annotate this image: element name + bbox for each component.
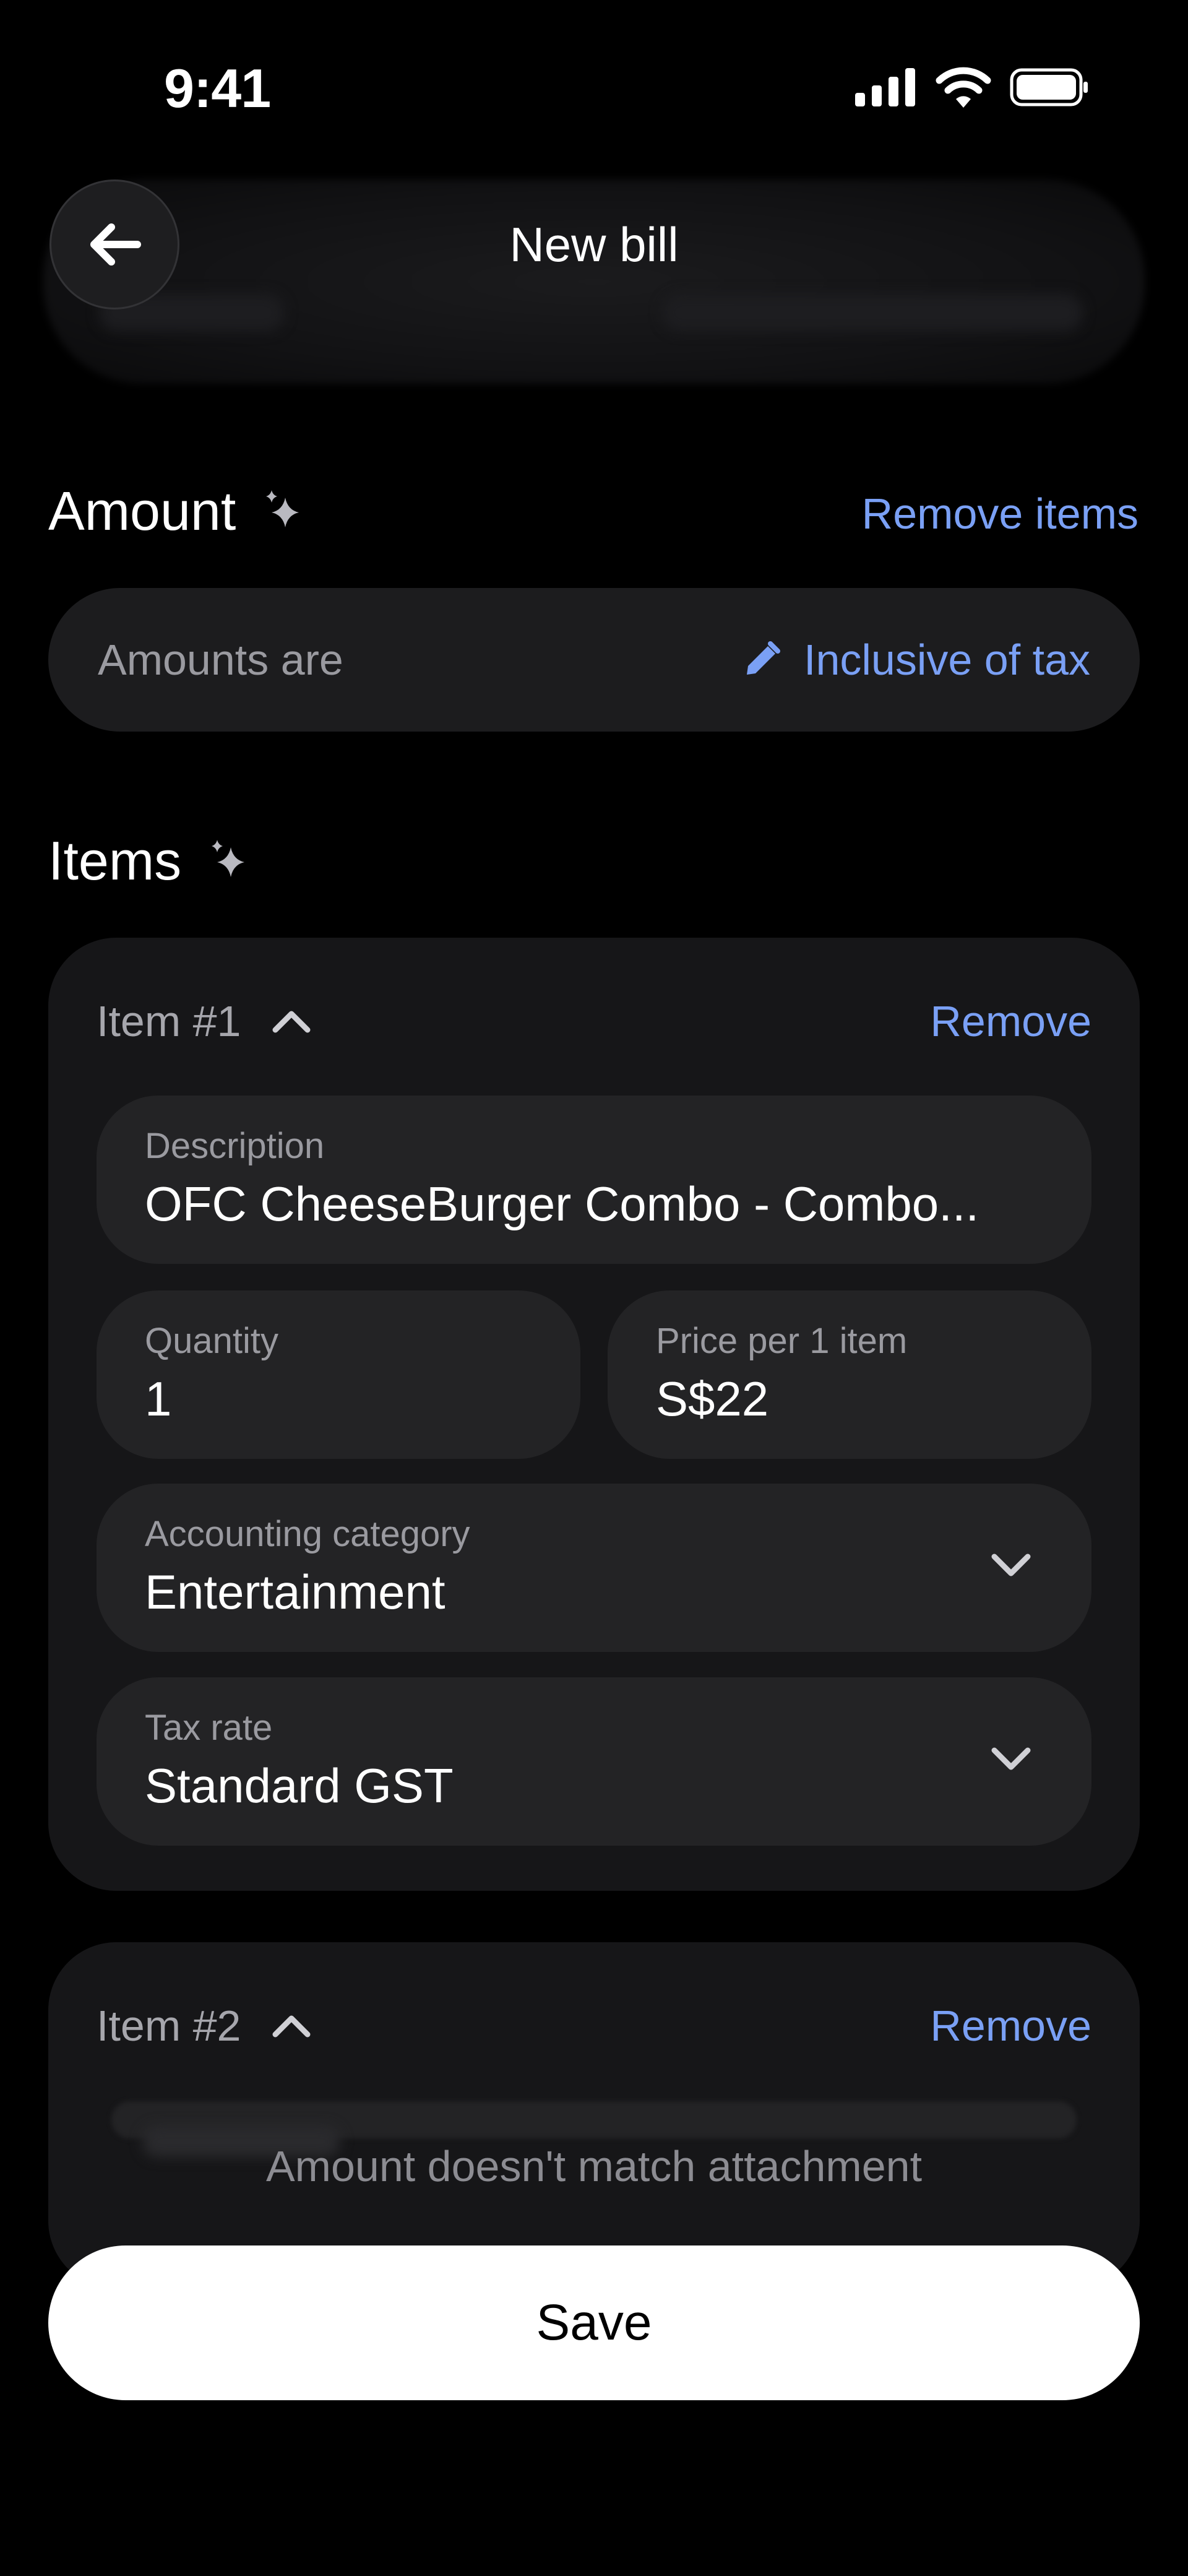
- chevron-up-icon: [272, 1011, 311, 1033]
- signal-icon: [855, 68, 915, 106]
- status-time: 9:41: [164, 58, 271, 119]
- quantity-label: Quantity: [145, 1321, 278, 1361]
- items-title: Items: [48, 830, 182, 891]
- amount-title: Amount: [48, 480, 236, 542]
- sparkle-icon: [266, 490, 299, 527]
- save-button[interactable]: Save: [48, 2245, 1140, 2400]
- price-value: S$22: [656, 1372, 769, 1426]
- status-bar: 9:41: [0, 0, 1188, 155]
- item-card-header: Item #1 Remove: [97, 938, 1091, 1105]
- items-section-header: Items: [48, 829, 256, 893]
- battery-icon: [1010, 68, 1088, 106]
- chevron-down-icon: [991, 1554, 1031, 1576]
- price-label: Price per 1 item: [656, 1321, 908, 1361]
- tax-mode-value: Inclusive of tax: [804, 636, 1090, 684]
- quantity-value: 1: [145, 1372, 172, 1426]
- accounting-category-select[interactable]: Accounting category Entertainment: [97, 1484, 1091, 1652]
- description-field[interactable]: Description OFC CheeseBurger Combo - Com…: [97, 1096, 1091, 1264]
- item-card-header: Item #2 Remove: [97, 1942, 1091, 2109]
- tax-rate-value: Standard GST: [145, 1758, 454, 1813]
- amount-section-header: Amount: [48, 480, 310, 543]
- tax-mode-selector[interactable]: Inclusive of tax: [742, 635, 1090, 685]
- header-backdrop: [43, 179, 1145, 384]
- item-toggle[interactable]: Item #1: [97, 996, 311, 1046]
- pencil-icon: [747, 641, 780, 675]
- category-label: Accounting category: [145, 1514, 470, 1554]
- tax-rate-label: Tax rate: [145, 1708, 273, 1748]
- category-value: Entertainment: [145, 1565, 446, 1619]
- remove-items-link[interactable]: Remove items: [862, 489, 1138, 538]
- sparkle-icon: [212, 840, 245, 877]
- remove-item-button[interactable]: Remove: [930, 2001, 1091, 2051]
- wifi-icon: [936, 67, 991, 108]
- amounts-are-label: Amounts are: [98, 636, 343, 684]
- header: New bill: [43, 155, 1145, 384]
- price-field[interactable]: Price per 1 item S$22: [608, 1290, 1091, 1459]
- quantity-field[interactable]: Quantity 1: [97, 1290, 580, 1459]
- status-icons: [855, 65, 1089, 110]
- chevron-down-icon: [991, 1747, 1031, 1770]
- header-smudge: [662, 294, 1083, 331]
- item-card: Item #1 Remove Description OFC CheeseBur…: [48, 938, 1140, 1891]
- tax-rate-select[interactable]: Tax rate Standard GST: [97, 1677, 1091, 1846]
- item-title: Item #2: [97, 2002, 241, 2050]
- chevron-up-icon: [272, 2015, 311, 2038]
- amount-mismatch-warning: Amount doesn't match attachment: [265, 2142, 923, 2190]
- description-value: OFC CheeseBurger Combo - Combo...: [145, 1177, 979, 1231]
- amounts-are-row[interactable]: Amounts are Inclusive of tax: [48, 588, 1140, 732]
- item-title: Item #1: [97, 997, 241, 1045]
- item-toggle[interactable]: Item #2: [97, 2001, 311, 2051]
- description-label: Description: [145, 1126, 325, 1166]
- page-title: New bill: [509, 217, 679, 272]
- remove-item-button[interactable]: Remove: [930, 996, 1091, 1046]
